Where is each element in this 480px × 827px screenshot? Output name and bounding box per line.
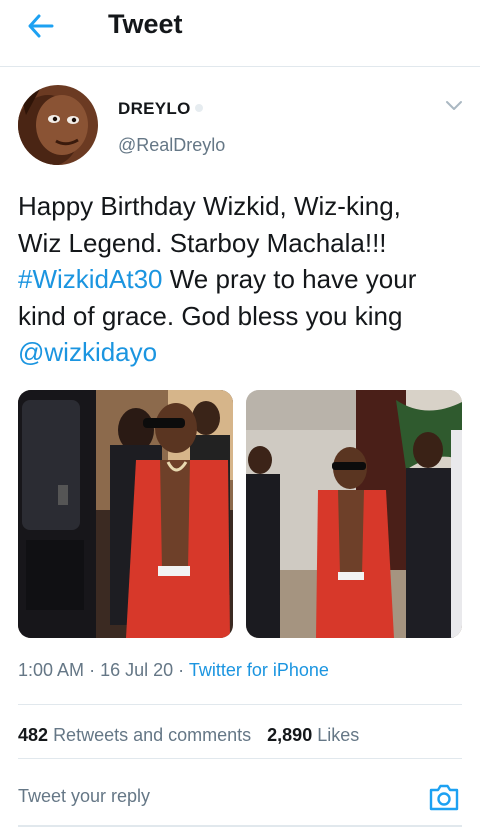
tweet-text-line: kind of grace. God bless you king xyxy=(18,300,403,331)
camera-button[interactable] xyxy=(428,782,460,812)
display-name[interactable]: DREYLO xyxy=(118,99,191,119)
tweet-text-line: @wizkidayo xyxy=(18,334,466,371)
tweet-text: Happy Birthday Wizkid, Wiz-king, Wiz Leg… xyxy=(18,188,466,371)
top-bar: Tweet xyxy=(0,0,480,67)
photo-image xyxy=(18,390,233,638)
tweet-photo-2[interactable] xyxy=(246,390,462,638)
divider xyxy=(18,704,462,705)
tweet-stats: 482 Retweets and comments 2,890 Likes xyxy=(18,725,359,746)
tweet-timestamp: 1:00 AM · 16 Jul 20 · Twitter for iPhone xyxy=(18,660,329,681)
tweet-text-line: Wiz Legend. Starboy Machala!!! xyxy=(18,227,387,258)
camera-icon xyxy=(429,784,459,811)
tweet-time: 1:00 AM xyxy=(18,660,85,680)
separator-dot: · xyxy=(89,660,96,680)
more-options-button[interactable] xyxy=(444,98,464,114)
tweet-text-line: #WizkidAt30 We pray to have your xyxy=(18,261,466,298)
avatar[interactable] xyxy=(18,85,98,165)
retweets-label: Retweets and comments xyxy=(53,725,252,745)
user-handle[interactable]: @RealDreylo xyxy=(118,135,225,156)
reply-composer: Tweet your reply xyxy=(0,758,480,827)
page-title: Tweet xyxy=(108,9,183,39)
likes-label: Likes xyxy=(317,725,360,745)
back-button[interactable] xyxy=(22,10,62,42)
likes-stat[interactable]: 2,890 Likes xyxy=(267,725,359,745)
tweet-text-segment: We pray to have your xyxy=(162,264,417,294)
retweets-count: 482 xyxy=(18,725,49,745)
badge-dot xyxy=(195,104,203,112)
mention-link[interactable]: @wizkidayo xyxy=(18,337,157,367)
retweets-stat[interactable]: 482 Retweets and comments xyxy=(18,725,251,745)
hashtag-link[interactable]: #WizkidAt30 xyxy=(18,264,163,294)
likes-count: 2,890 xyxy=(267,725,313,745)
tweet-photo-1[interactable] xyxy=(18,390,233,638)
photo-image xyxy=(246,390,462,638)
separator-dot: · xyxy=(178,660,185,680)
reply-input[interactable]: Tweet your reply xyxy=(18,786,150,807)
tweet-text-line: Happy Birthday Wizkid, Wiz-king, xyxy=(18,191,401,221)
arrow-left-icon xyxy=(28,14,54,38)
chevron-down-icon xyxy=(446,101,462,110)
tweet-date: 16 Jul 20 xyxy=(100,660,174,680)
profile-photo xyxy=(18,85,98,165)
tweet-source-link[interactable]: Twitter for iPhone xyxy=(189,660,329,680)
